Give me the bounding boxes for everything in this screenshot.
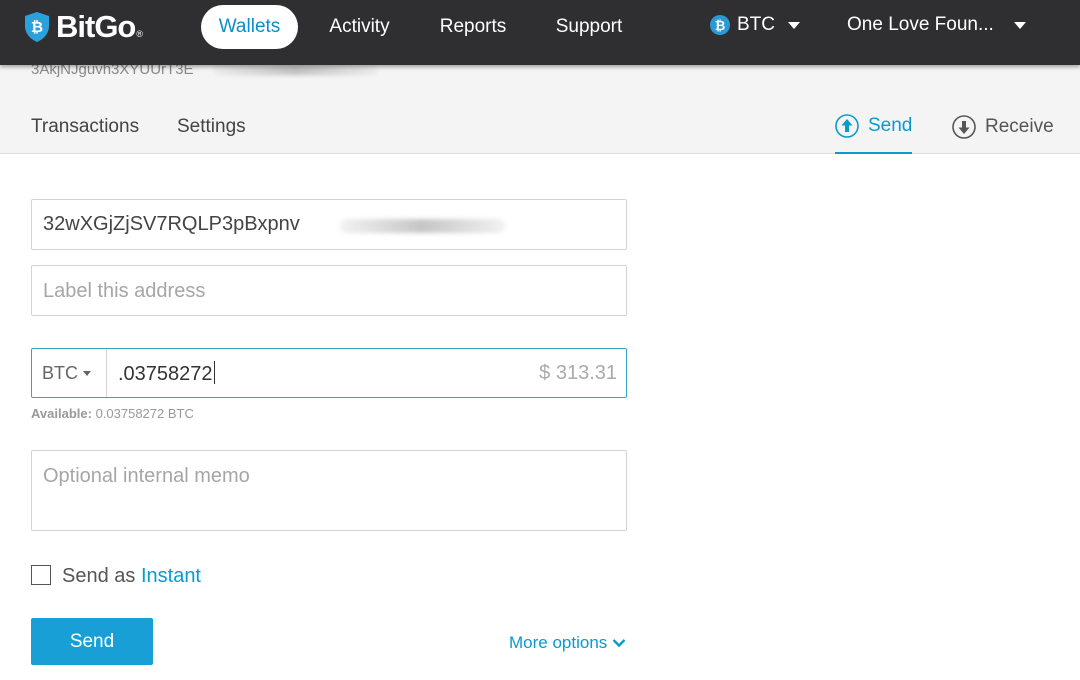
arrow-up-circle-icon	[835, 114, 859, 138]
receive-tab-label: Receive	[985, 116, 1054, 137]
send-instant-label: Send as Instant	[62, 565, 201, 588]
send-as-text: Send as	[62, 565, 136, 587]
redacted-address-blur	[340, 219, 505, 233]
text-cursor	[213, 361, 215, 384]
nav-support[interactable]: Support	[543, 5, 635, 49]
bitcoin-icon: ₿	[710, 15, 730, 35]
wallet-subheader: 3AkjNJguvh3XYUUrT3E Transactions Setting…	[0, 61, 1080, 154]
nav-reports[interactable]: Reports	[428, 5, 518, 49]
chevron-down-icon	[612, 639, 626, 648]
instant-link[interactable]: Instant	[141, 565, 201, 587]
organization-selector[interactable]: One Love Foun...	[847, 14, 1026, 36]
coin-label: BTC	[737, 14, 775, 35]
amount-value: .03758272	[118, 363, 213, 385]
memo-input[interactable]	[43, 465, 613, 520]
address-label-field	[31, 265, 627, 316]
bitgo-logo[interactable]: ₿ BitGo ®	[24, 11, 143, 43]
send-instant-checkbox[interactable]	[31, 565, 51, 585]
tab-transactions[interactable]: Transactions	[31, 116, 139, 138]
redacted-address-blur	[213, 65, 378, 75]
send-tab-label: Send	[868, 115, 913, 136]
registered-mark: ®	[136, 29, 144, 39]
unit-label: BTC	[42, 362, 78, 383]
logo-text: BitGo	[56, 9, 136, 44]
amount-field: BTC .03758272 $ 313.31	[31, 348, 627, 398]
available-balance: Available: 0.03758272 BTC	[31, 406, 194, 421]
send-button[interactable]: Send	[31, 618, 153, 665]
address-label-input[interactable]	[43, 278, 603, 304]
arrow-down-circle-icon	[952, 115, 976, 139]
chevron-down-icon	[1013, 21, 1026, 29]
organization-label: One Love Foun...	[847, 14, 994, 35]
tab-settings[interactable]: Settings	[177, 116, 246, 138]
unit-selector[interactable]: BTC	[32, 349, 107, 397]
memo-field	[31, 450, 627, 531]
nav-activity[interactable]: Activity	[315, 5, 404, 49]
recipient-address-field[interactable]: 32wXGjZjSV7RQLP3pBxpnv	[31, 199, 627, 250]
usd-value: $ 313.31	[539, 362, 617, 384]
top-navigation-bar: ₿ BitGo ® Wallets Activity Reports Suppo…	[0, 0, 1080, 65]
chevron-down-icon	[788, 21, 800, 29]
svg-text:₿: ₿	[31, 19, 43, 36]
more-options-label: More options	[509, 633, 608, 652]
available-label: Available:	[31, 406, 92, 421]
chevron-down-icon	[83, 371, 91, 376]
coin-selector[interactable]: ₿ BTC	[710, 14, 800, 36]
available-value: 0.03758272 BTC	[95, 406, 194, 421]
nav-wallets[interactable]: Wallets	[201, 5, 298, 49]
more-options-link[interactable]: More options	[509, 633, 626, 653]
tab-receive[interactable]: Receive	[952, 112, 1054, 154]
recipient-address-value: 32wXGjZjSV7RQLP3pBxpnv	[43, 213, 300, 235]
bitgo-shield-icon: ₿	[25, 12, 49, 42]
tab-send[interactable]: Send	[835, 112, 913, 154]
amount-input[interactable]: .03758272	[118, 361, 215, 386]
